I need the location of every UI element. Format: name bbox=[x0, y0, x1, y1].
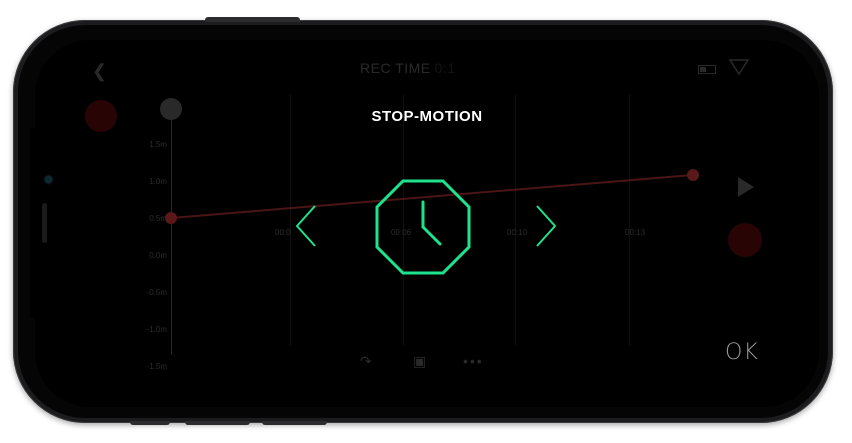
clock-octagon-icon bbox=[375, 179, 471, 275]
front-camera bbox=[45, 176, 52, 183]
chevron-left-icon[interactable] bbox=[293, 204, 321, 248]
keyframe-start-point[interactable] bbox=[165, 212, 177, 224]
side-button bbox=[262, 421, 327, 425]
side-button bbox=[185, 421, 250, 425]
chevron-right-icon[interactable] bbox=[531, 204, 559, 248]
earpiece-speaker bbox=[42, 203, 47, 243]
keyframe-end-point[interactable] bbox=[687, 169, 699, 181]
ok-button[interactable]: OK bbox=[725, 340, 759, 365]
modal-title: STOP-MOTION bbox=[371, 108, 483, 125]
screen: ❮ REC TIME 0:1 1.5m 1.0m 0.5m 0.0m -0.5m … bbox=[35, 40, 819, 407]
volume-button bbox=[205, 17, 300, 22]
side-button bbox=[130, 421, 170, 425]
phone-notch bbox=[30, 128, 72, 318]
